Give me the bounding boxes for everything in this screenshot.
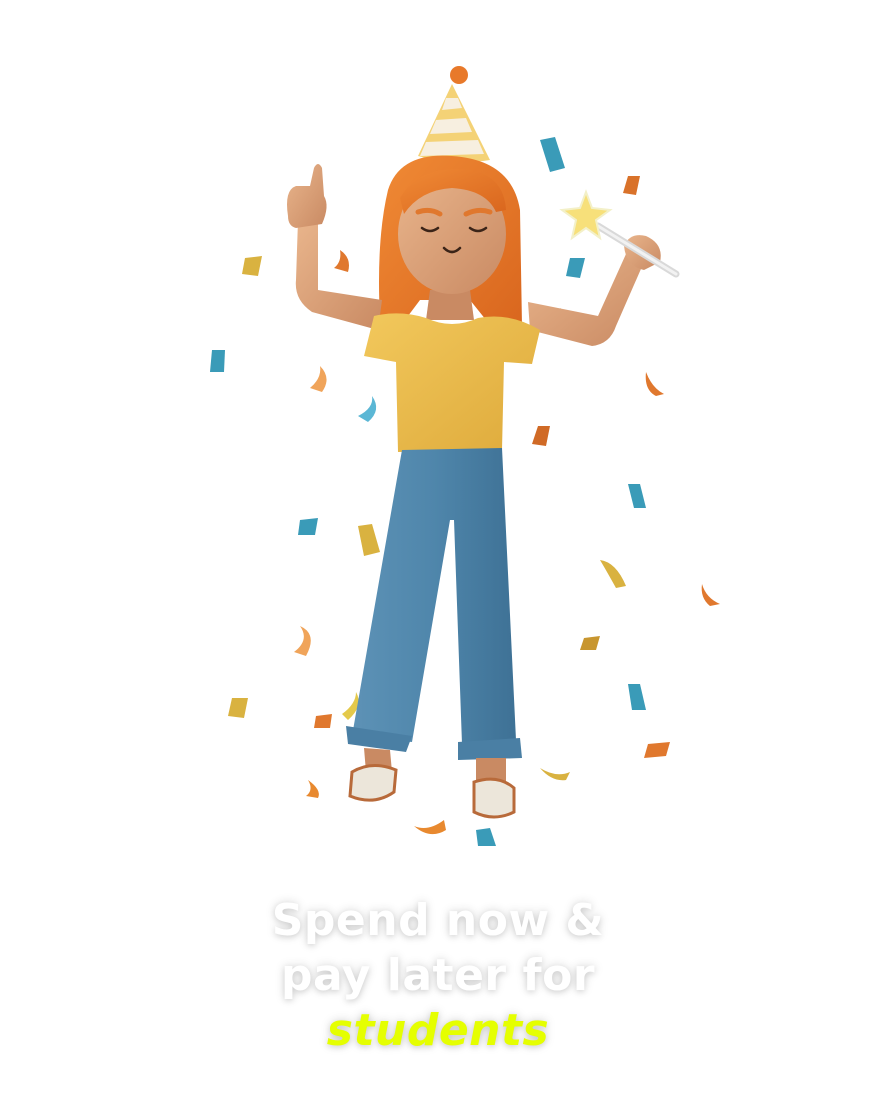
celebrating-girl-illustration xyxy=(210,66,720,846)
headline: Spend now & pay later for students xyxy=(0,893,876,1058)
shirt xyxy=(364,313,540,452)
face xyxy=(398,169,506,294)
party-hat-icon xyxy=(418,66,490,163)
headline-line-1: Spend now & xyxy=(271,895,605,946)
neck xyxy=(426,290,474,320)
onboarding-screen: Spend now & pay later for students xyxy=(0,0,876,1120)
headline-accent: students xyxy=(326,1005,550,1056)
shoes xyxy=(348,748,516,819)
jeans xyxy=(346,448,522,760)
headline-line-2: pay later for xyxy=(280,950,596,1001)
left-arm xyxy=(287,164,382,330)
